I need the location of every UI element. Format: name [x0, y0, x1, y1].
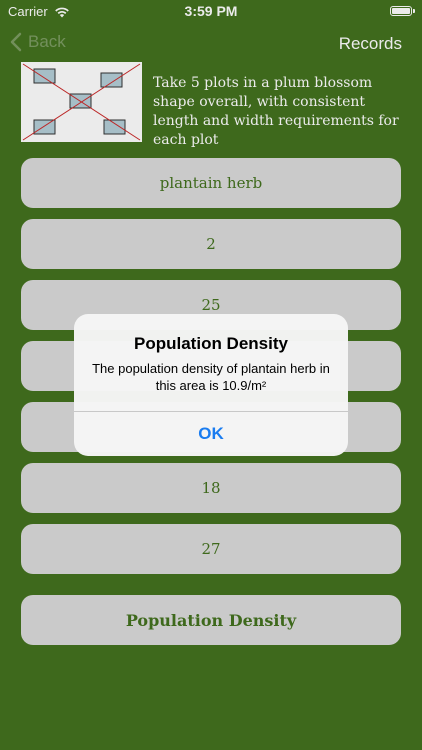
alert-message: The population density of plantain herb … [92, 361, 330, 393]
alert-title: Population Density [134, 334, 288, 353]
alert-ok-button[interactable]: OK [74, 412, 348, 456]
population-density-alert: Population Density The population densit… [74, 314, 348, 456]
